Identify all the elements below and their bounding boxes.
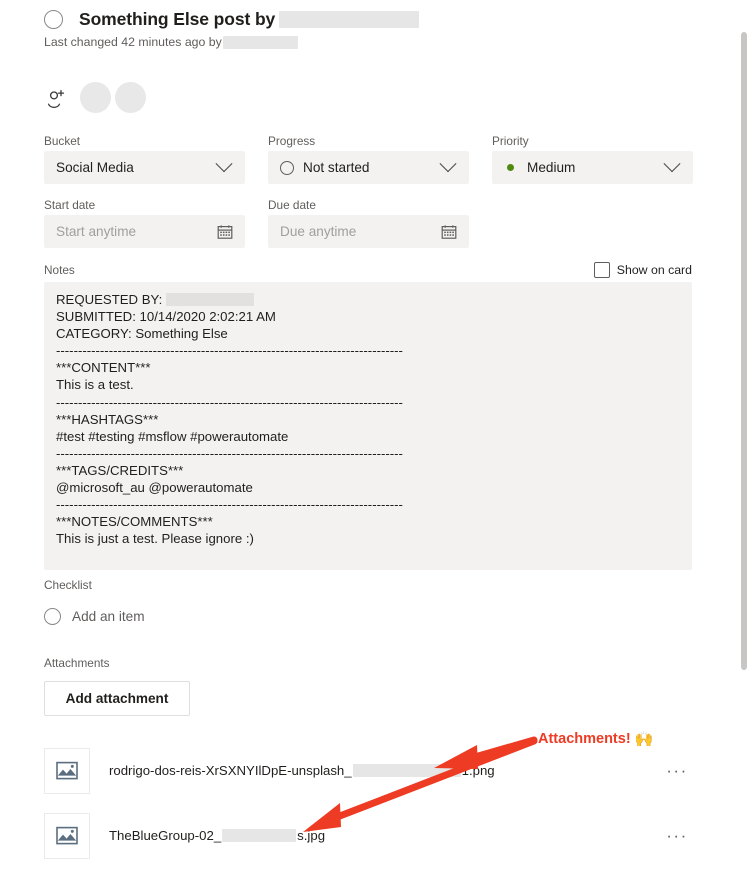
chevron-down-icon <box>215 154 233 172</box>
chevron-down-icon <box>663 154 681 172</box>
attachments-label: Attachments <box>44 656 110 670</box>
show-on-card-label: Show on card <box>616 263 692 277</box>
notes-body-content: This is a test. <box>56 377 134 393</box>
bucket-select[interactable]: Social Media <box>44 151 245 184</box>
attachment-filename-suffix: 1.png <box>461 763 495 778</box>
start-date-field: Start date Start anytime <box>44 198 245 248</box>
notes-requested-by-redaction <box>165 293 254 306</box>
person-add-icon[interactable] <box>44 83 68 113</box>
priority-value: Medium <box>527 160 576 175</box>
notes-heading-content: ***CONTENT*** <box>56 360 151 376</box>
show-on-card-checkbox[interactable] <box>593 262 610 278</box>
notes-divider-4: ----------------------------------------… <box>56 497 403 513</box>
row2-spacer <box>492 198 693 248</box>
image-file-icon <box>44 812 90 859</box>
priority-select[interactable]: Medium <box>492 151 693 184</box>
priority-label: Priority <box>492 134 529 148</box>
bucket-value: Social Media <box>56 160 134 175</box>
notes-heading-tags: ***TAGS/CREDITS*** <box>56 462 184 478</box>
add-attachment-button[interactable]: Add attachment <box>44 681 190 716</box>
start-date-input[interactable]: Start anytime <box>44 215 245 248</box>
task-header: Something Else post by <box>44 4 420 34</box>
due-date-label: Due date <box>268 198 316 212</box>
bucket-field: Bucket Social Media <box>44 134 245 184</box>
calendar-icon[interactable] <box>217 224 233 240</box>
priority-dot-icon <box>507 164 514 171</box>
ellipsis-icon[interactable]: ··· <box>662 762 692 779</box>
notes-section: Notes Show on card REQUESTED BY: SUBMITT… <box>44 262 692 570</box>
attachments-section: Attachments Add attachment rodrigo-dos-r… <box>44 656 692 877</box>
scrollbar-track[interactable] <box>735 0 751 873</box>
checklist-label: Checklist <box>44 578 92 592</box>
image-file-icon <box>44 747 90 794</box>
progress-select[interactable]: Not started <box>268 151 469 184</box>
notes-divider-2: ----------------------------------------… <box>56 394 403 410</box>
start-date-label: Start date <box>44 198 96 212</box>
checklist-section: Checklist Add an item <box>44 578 145 625</box>
calendar-icon[interactable] <box>441 224 457 240</box>
attachment-filename-redaction <box>352 764 461 777</box>
checklist-add-placeholder: Add an item <box>72 609 145 624</box>
last-changed-subtitle: Last changed 42 minutes ago by <box>44 35 298 49</box>
due-date-placeholder: Due anytime <box>280 224 357 239</box>
task-detail-panel: Something Else post by Last changed 42 m… <box>0 0 751 873</box>
checklist-circle-icon <box>44 608 61 625</box>
ellipsis-icon[interactable]: ··· <box>662 827 692 844</box>
progress-value: Not started <box>303 160 370 175</box>
notes-textarea[interactable]: REQUESTED BY: SUBMITTED: 10/14/2020 2:02… <box>44 282 692 570</box>
priority-field: Priority Medium <box>492 134 693 184</box>
start-date-placeholder: Start anytime <box>56 224 137 239</box>
notes-line-category: CATEGORY: Something Else <box>56 326 228 342</box>
chevron-down-icon <box>439 154 457 172</box>
show-on-card-toggle[interactable]: Show on card <box>593 262 692 278</box>
notes-heading-notes: ***NOTES/COMMENTS*** <box>56 514 213 530</box>
task-title-redaction <box>279 10 420 28</box>
avatar[interactable] <box>80 82 111 113</box>
last-changed-text: Last changed 42 minutes ago by <box>44 35 222 49</box>
attachment-row[interactable]: rodrigo-dos-reis-XrSXNYIlDpE-unsplash_ 1… <box>44 747 692 794</box>
attachment-filename-prefix: rodrigo-dos-reis-XrSXNYIlDpE-unsplash_ <box>109 763 352 778</box>
attachments-list: rodrigo-dos-reis-XrSXNYIlDpE-unsplash_ 1… <box>44 747 692 859</box>
progress-label: Progress <box>268 134 316 148</box>
notes-header: Notes Show on card <box>44 262 692 278</box>
last-changed-redaction <box>222 35 298 49</box>
task-title-text: Something Else post by <box>79 8 276 29</box>
notes-line-submitted: SUBMITTED: 10/14/2020 2:02:21 AM <box>56 309 276 325</box>
due-date-input[interactable]: Due anytime <box>268 215 469 248</box>
checklist-add-item[interactable]: Add an item <box>44 608 145 625</box>
notes-body-notes: This is just a test. Please ignore :) <box>56 531 254 547</box>
assignees-row <box>44 82 146 113</box>
notes-divider-1: ----------------------------------------… <box>56 343 403 359</box>
mark-complete-circle-icon[interactable] <box>44 9 63 29</box>
attachment-filename: TheBlueGroup-02_ s.jpg <box>109 828 662 843</box>
notes-body-tags: @microsoft_au @powerautomate <box>56 480 253 496</box>
attachment-filename-suffix: s.jpg <box>297 828 326 843</box>
avatar[interactable] <box>115 82 146 113</box>
not-started-circle-icon <box>280 160 294 175</box>
notes-label: Notes <box>44 263 75 277</box>
progress-field: Progress Not started <box>268 134 469 184</box>
page-title[interactable]: Something Else post by <box>79 8 420 30</box>
notes-heading-hashtags: ***HASHTAGS*** <box>56 411 159 427</box>
scrollbar-thumb[interactable] <box>741 32 747 670</box>
due-date-field: Due date Due anytime <box>268 198 469 248</box>
notes-divider-3: ----------------------------------------… <box>56 445 403 461</box>
attachment-filename: rodrigo-dos-reis-XrSXNYIlDpE-unsplash_ 1… <box>109 763 662 778</box>
bucket-label: Bucket <box>44 134 81 148</box>
notes-line-requested-by: REQUESTED BY: <box>56 292 166 307</box>
attachment-filename-prefix: TheBlueGroup-02_ <box>109 828 222 843</box>
attachment-filename-redaction <box>222 829 297 842</box>
task-fields: Bucket Social Media Progress Not started… <box>44 134 693 248</box>
attachment-row[interactable]: TheBlueGroup-02_ s.jpg ··· <box>44 812 692 859</box>
notes-body-hashtags: #test #testing #msflow #powerautomate <box>56 428 289 444</box>
